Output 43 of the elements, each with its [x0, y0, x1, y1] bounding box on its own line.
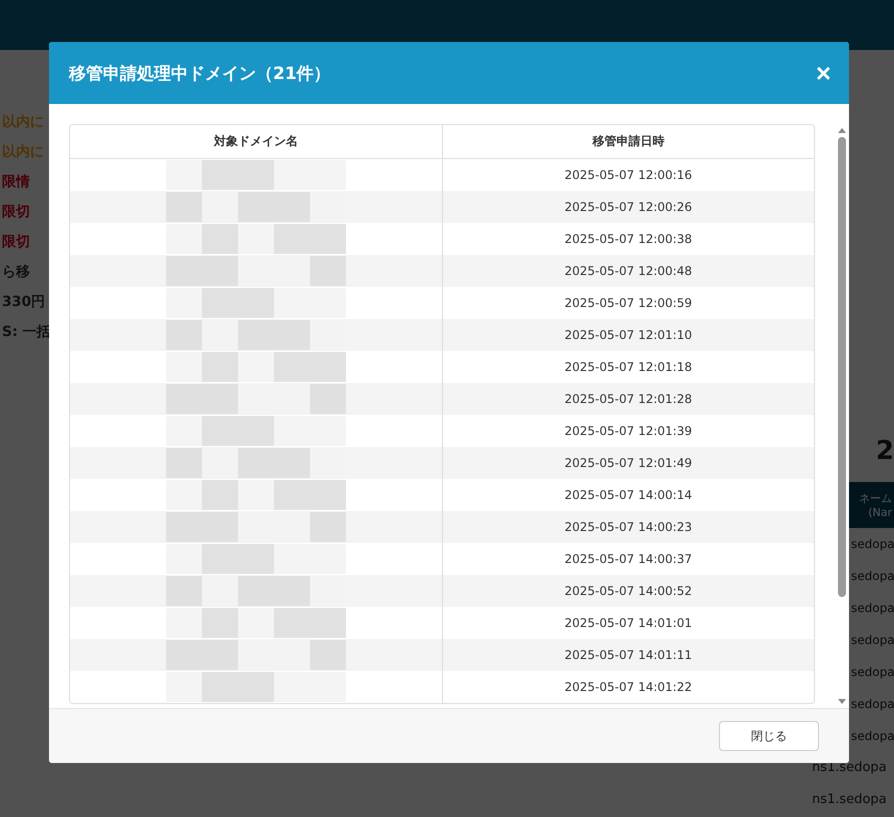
column-header: (Nar: [868, 506, 892, 519]
section-heading: 2: [874, 436, 894, 468]
scroll-up-icon[interactable]: [838, 128, 846, 133]
table-cell-text: ns1.sedopa: [811, 759, 888, 777]
notice-text: 限切: [2, 233, 31, 252]
table-cell-text: 2025-05-07 12:01:49: [564, 455, 693, 472]
table-cell-text: 2025-05-07 14:00:23: [564, 519, 693, 536]
notice-text: 以内に: [2, 113, 45, 132]
table-cell-text: 2025-05-07 12:01:39: [564, 423, 693, 440]
table-cell-text: sedopa: [851, 728, 894, 745]
table-cell-text: 2025-05-07 12:00:48: [564, 263, 693, 280]
table-cell-text: sedopa: [851, 664, 894, 681]
notice-text: S: 一括: [2, 323, 51, 342]
table-cell-text: 2025-05-07 12:01:28: [564, 391, 693, 408]
table-cell-text: 2025-05-07 14:00:52: [564, 583, 693, 600]
table-cell-text: 2025-05-07 12:01:10: [564, 327, 693, 344]
notice-text: 330円: [2, 293, 46, 312]
notice-text: 限情: [2, 173, 31, 192]
table-cell-text: 2025-05-07 14:01:22: [564, 679, 693, 696]
notice-text: 限切: [2, 203, 31, 222]
table-cell-text: sedopa: [851, 568, 894, 585]
notice-text: 以内に: [2, 143, 45, 162]
table-cell-text: 2025-05-07 12:00:26: [564, 199, 693, 216]
table-cell-text: sedopa: [851, 632, 894, 649]
table-cell-text: sedopa: [851, 536, 894, 553]
column-header: 対象ドメイン名: [70, 125, 442, 158]
table-cell-text: sedopa: [851, 600, 894, 617]
table-cell-text: 2025-05-07 12:00:16: [564, 167, 693, 184]
table-cell-text: 2025-05-07 12:01:18: [564, 359, 693, 376]
column-header: ネーム: [859, 491, 892, 506]
column-header: 移管申請日時: [591, 133, 666, 150]
modal-title: 移管申請処理中ドメイン（21件）: [69, 62, 331, 84]
notice-text: ら移: [2, 263, 31, 282]
table-cell-text: 2025-05-07 14:01:01: [564, 615, 693, 632]
close-button[interactable]: 閉じる: [719, 721, 819, 751]
table-cell-text: 2025-05-07 14:01:11: [564, 647, 693, 664]
scroll-thumb[interactable]: [838, 137, 846, 597]
table-cell-text: 2025-05-07 12:00:59: [564, 295, 693, 312]
table-cell-text: ns1.sedopa: [811, 791, 888, 809]
table-cell-text: 2025-05-07 14:00:14: [564, 487, 693, 504]
table-cell-text: sedopa: [851, 696, 894, 713]
table-cell-text: 2025-05-07 12:00:38: [564, 231, 693, 248]
table-cell-text: 2025-05-07 14:00:37: [564, 551, 693, 568]
